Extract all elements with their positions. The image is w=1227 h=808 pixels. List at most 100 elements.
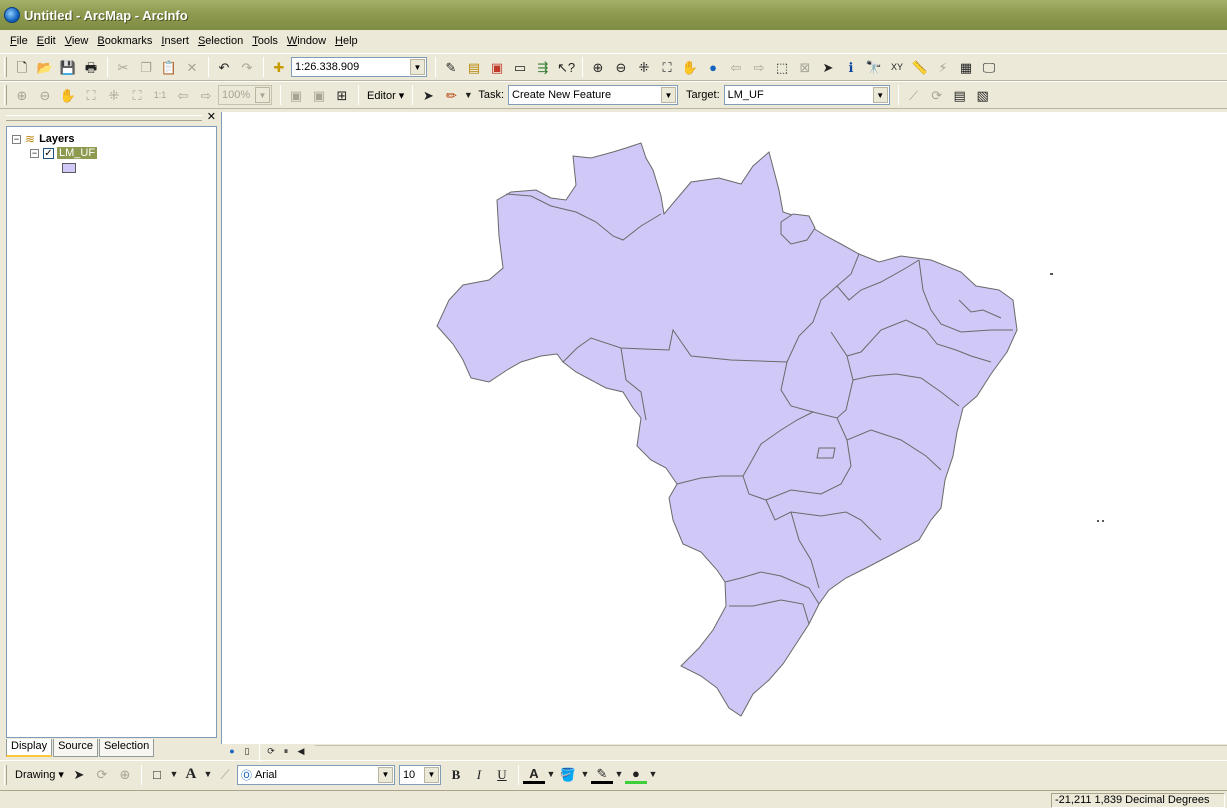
menu-selection[interactable]: Selection xyxy=(194,35,248,47)
fixed-zoom-out-icon[interactable]: ⛶ xyxy=(656,56,678,78)
layer-visibility-checkbox[interactable]: ✓ xyxy=(43,147,54,159)
split-tool-icon[interactable]: ⟋ xyxy=(903,84,925,106)
collapse-icon[interactable]: − xyxy=(12,134,21,144)
html-popup-icon[interactable]: ▦ xyxy=(955,56,977,78)
menu-insert[interactable]: Insert xyxy=(157,35,194,47)
close-icon[interactable]: ✕ xyxy=(207,110,216,123)
toolbar-grip[interactable] xyxy=(4,764,7,785)
task-combo[interactable]: Create New Feature ▼ xyxy=(508,85,679,105)
zoom-in-icon[interactable]: ⊕ xyxy=(587,56,609,78)
drawing-menu-button[interactable]: Drawing ▾ xyxy=(15,768,64,781)
map-display[interactable] xyxy=(221,112,1227,744)
save-icon[interactable]: 💾 xyxy=(57,56,79,78)
target-combo[interactable]: LM_UF ▼ xyxy=(723,85,890,105)
zoom-whole-page-icon[interactable]: ⛶ xyxy=(80,84,102,106)
clear-selection-icon[interactable]: ⊠ xyxy=(794,56,816,78)
chevron-down-icon[interactable]: ▼ xyxy=(872,87,888,103)
forward-layout-icon[interactable]: ⇨ xyxy=(195,84,217,106)
tab-selection[interactable]: Selection xyxy=(98,739,155,757)
menu-view[interactable]: View xyxy=(61,35,94,47)
change-layout-icon[interactable]: ⊞ xyxy=(331,84,353,106)
identify-icon[interactable]: ℹ xyxy=(840,56,862,78)
attributes-icon[interactable]: ▤ xyxy=(949,84,971,106)
edit-tool-arrow-icon[interactable]: ➤ xyxy=(417,84,439,106)
toolbar-grip[interactable] xyxy=(4,57,7,77)
undo-icon[interactable]: ↶ xyxy=(213,56,235,78)
go-to-xy-icon[interactable]: XY xyxy=(886,56,908,78)
editor-toolbar-icon[interactable]: ✎ xyxy=(440,56,462,78)
select-features-icon[interactable]: ⬚ xyxy=(771,56,793,78)
bold-icon[interactable]: B xyxy=(445,764,467,786)
rotate-icon[interactable]: ⟳ xyxy=(91,764,113,786)
font-size-combo[interactable]: 10 ▼ xyxy=(398,764,441,785)
chevron-down-icon[interactable]: ▼ xyxy=(423,766,439,783)
brazil-outline[interactable] xyxy=(436,142,1018,717)
chevron-down-icon[interactable]: ▼ xyxy=(410,59,425,75)
time-slider-icon[interactable]: 🖵 xyxy=(978,56,1000,78)
editor-menu-button[interactable]: Editor ▾ xyxy=(367,89,404,102)
select-elements-icon[interactable]: ➤ xyxy=(817,56,839,78)
zoom-100-icon[interactable]: 1:1 xyxy=(149,84,171,106)
marker-color-icon[interactable]: ● xyxy=(624,766,647,784)
arccatalog-icon[interactable]: ▤ xyxy=(463,56,485,78)
map-canvas[interactable] xyxy=(222,112,1227,744)
full-extent-globe-icon[interactable]: ● xyxy=(702,56,724,78)
sketch-properties-icon[interactable]: ▧ xyxy=(972,84,994,106)
line-color-pen-icon[interactable]: ✎ xyxy=(590,766,613,784)
toggle-draft-icon[interactable]: ▣ xyxy=(285,84,307,106)
back-extent-icon[interactable]: ⇦ xyxy=(725,56,747,78)
menu-tools[interactable]: Tools xyxy=(248,35,283,47)
toc-grip[interactable] xyxy=(6,115,202,121)
chevron-down-icon[interactable]: ▼ xyxy=(546,764,556,786)
zoom-in-layout-icon[interactable]: ⊕ xyxy=(11,84,33,106)
redo-icon[interactable]: ↷ xyxy=(236,56,258,78)
rotate-tool-icon[interactable]: ⟳ xyxy=(926,84,948,106)
copy-icon[interactable]: ❐ xyxy=(135,56,157,78)
font-color-icon[interactable]: A xyxy=(522,766,545,784)
fill-color-bucket-icon[interactable]: 🪣 xyxy=(557,764,579,786)
menu-bookmarks[interactable]: Bookmarks xyxy=(93,35,157,47)
layer-symbol-swatch[interactable] xyxy=(62,163,76,173)
brazil-states-map[interactable] xyxy=(436,142,1018,717)
collapse-icon[interactable]: − xyxy=(30,148,39,158)
zoom-percent-combo[interactable]: 100% ▼ xyxy=(218,85,272,105)
font-name-combo[interactable]: Ⓞ Arial ▼ xyxy=(236,764,395,785)
chevron-down-icon[interactable]: ▼ xyxy=(580,764,590,786)
toc-legend-row[interactable] xyxy=(62,163,76,173)
text-tool-icon[interactable]: A xyxy=(180,764,202,786)
zoom-out-icon[interactable]: ⊖ xyxy=(610,56,632,78)
pause-drawing-icon[interactable]: ⏸ xyxy=(279,745,293,759)
horizontal-scrollbar[interactable] xyxy=(315,744,1227,759)
modelbuilder-icon[interactable]: ⇶ xyxy=(532,56,554,78)
data-view-globe-icon[interactable]: ● xyxy=(225,745,239,759)
fixed-zoom-in-icon[interactable]: ⁜ xyxy=(633,56,655,78)
layout-view-page-icon[interactable]: ▯ xyxy=(240,745,254,759)
sketch-pencil-icon[interactable]: ✏ xyxy=(440,84,462,106)
menu-window[interactable]: Window xyxy=(283,35,331,47)
pan-hand-icon[interactable]: ✋ xyxy=(679,56,701,78)
delete-icon[interactable]: ✕ xyxy=(181,56,203,78)
select-elements-icon[interactable]: ➤ xyxy=(68,764,90,786)
fixed-zoom-out-layout-icon[interactable]: ⛶ xyxy=(126,84,148,106)
refresh-icon[interactable]: ⟳ xyxy=(264,745,278,759)
chevron-down-icon[interactable]: ▼ xyxy=(463,84,473,106)
hyperlink-icon[interactable]: ⚡ xyxy=(932,56,954,78)
open-folder-icon[interactable]: 📂 xyxy=(34,56,56,78)
chevron-down-icon[interactable]: ▼ xyxy=(203,764,213,786)
tab-display[interactable]: Display xyxy=(6,739,53,757)
chevron-down-icon[interactable]: ▼ xyxy=(377,766,393,783)
toc-layer-row[interactable]: − ✓ LM_UF xyxy=(30,147,98,159)
layer-name[interactable]: LM_UF xyxy=(57,147,98,159)
add-data-icon[interactable]: ✚ xyxy=(268,56,290,78)
new-document-icon[interactable]: 🗋 xyxy=(11,56,33,78)
find-binoculars-icon[interactable]: 🔭 xyxy=(863,56,885,78)
zoom-out-layout-icon[interactable]: ⊖ xyxy=(34,84,56,106)
chevron-down-icon[interactable]: ▼ xyxy=(169,764,179,786)
fixed-zoom-in-layout-icon[interactable]: ⁜ xyxy=(103,84,125,106)
print-icon[interactable]: 🖶 xyxy=(80,56,102,78)
toolbar-grip[interactable] xyxy=(4,85,7,105)
whats-this-icon[interactable]: ↖? xyxy=(555,56,577,78)
measure-icon[interactable]: 📏 xyxy=(909,56,931,78)
menu-edit[interactable]: Edit xyxy=(33,35,61,47)
scroll-left-icon[interactable]: ◀ xyxy=(294,745,308,759)
